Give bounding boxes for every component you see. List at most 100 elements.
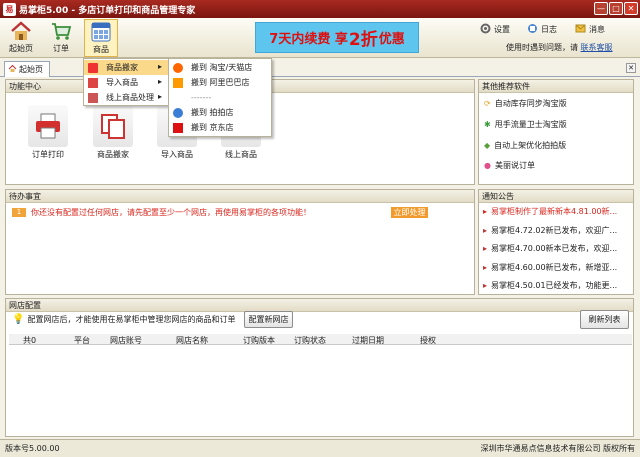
message-icon — [575, 23, 586, 36]
announce-item[interactable]: ▸ 易掌柜4.70.00新本已发布，欢迎... — [483, 243, 617, 254]
minimize-button[interactable]: — — [594, 2, 608, 15]
log-label: 日志 — [541, 25, 557, 34]
toolbar-start-page-button[interactable]: 起始页 — [4, 19, 38, 57]
lightbulb-icon: 💡 — [12, 314, 25, 325]
submenu-item-jd[interactable]: 搬到 京东店 — [169, 120, 271, 135]
todo-title: 待办事宜 — [6, 190, 474, 203]
submenu-item-alibaba[interactable]: 搬到 阿里巴巴店 — [169, 75, 271, 90]
announce-item[interactable]: ▸ 易掌柜4.50.01已经发布，功能更... — [483, 280, 617, 291]
refresh-list-button[interactable]: 刷新列表 — [580, 310, 629, 329]
toolbar-orders-button[interactable]: 订单 — [44, 19, 78, 57]
store-config-hint-text: 配置网店后，才能使用在易掌柜中管理您网店的商品和订单 — [27, 315, 236, 324]
message-label: 消息 — [589, 25, 605, 34]
todo-item: 1 你还没有配置过任何网店，请先配置至少一个网店，再使用易掌柜的各项功能！ — [12, 207, 311, 218]
bullet-arrow-icon: ▸ — [483, 263, 488, 272]
meilishuo-icon: ● — [484, 161, 491, 170]
edit-small-icon — [88, 93, 98, 103]
store-config-hint: 💡 配置网店后，才能使用在易掌柜中管理您网店的商品和订单 — [12, 314, 235, 325]
message-link[interactable]: 消息 — [575, 23, 605, 36]
settings-label: 设置 — [494, 25, 510, 34]
order-print-label: 订单打印 — [32, 150, 64, 159]
submenu-item-paipai[interactable]: 搬到 拍拍店 — [169, 105, 271, 120]
menu-item-product-move[interactable]: 商品搬家 ▸ — [84, 60, 168, 75]
recommend-item-label: 甩手流量卫士淘宝版 — [494, 120, 567, 129]
recommend-item[interactable]: ✱ 甩手流量卫士淘宝版 — [484, 119, 567, 130]
column-header: 网店名称 — [176, 336, 208, 345]
configure-store-button[interactable]: 配置新网店 — [244, 311, 293, 328]
announce-item[interactable]: ▸ 易掌柜制作了最新新本4.81.00新... — [483, 206, 617, 217]
banner-text-3: 优惠 — [378, 32, 405, 47]
toolbar-orders-label: 订单 — [53, 44, 69, 53]
menu-item-online-products[interactable]: 线上商品处理 ▸ — [84, 90, 168, 105]
recommend-item[interactable]: ◆ 自动上架优化拍拍版 — [484, 140, 566, 151]
announce-item-label: 易掌柜4.50.01已经发布，功能更... — [491, 281, 618, 290]
recommend-item-label: 美丽说订单 — [494, 161, 535, 170]
printer-icon — [28, 105, 68, 147]
column-header: 授权 — [420, 336, 436, 345]
toolbar-products-label: 商品 — [93, 45, 109, 54]
handle-now-button[interactable]: 立即处理 — [391, 207, 428, 218]
bullet-arrow-icon: ▸ — [483, 207, 488, 216]
banner-text-2: 续费 享 — [304, 32, 348, 47]
menu-item-import-products[interactable]: 导入商品 ▸ — [84, 75, 168, 90]
help-prompt: 使用时遇到问题，请 联系客服 — [506, 42, 613, 53]
toolbar-products-button[interactable]: 商品 — [84, 19, 118, 57]
todo-text: 你还没有配置过任何网店，请先配置至少一个网店，再使用易掌柜的各项功能！ — [31, 208, 311, 217]
todo-index: 1 — [12, 208, 26, 217]
contact-support-link[interactable]: 联系客服 — [581, 43, 613, 52]
banner-text-1: 7天内 — [269, 32, 305, 47]
column-header: 订购版本 — [243, 336, 275, 345]
column-header: 网店账号 — [110, 336, 142, 345]
grid-icon — [90, 20, 112, 44]
announce-item-label: 易掌柜4.70.00新本已发布，欢迎... — [491, 244, 618, 253]
settings-link[interactable]: 设置 — [480, 23, 510, 36]
todo-panel: 待办事宜 — [5, 189, 475, 295]
online-products-label: 线上商品 — [225, 150, 257, 159]
tab-start-page-label: 起始页 — [19, 65, 43, 74]
submenu-item-taobao[interactable]: 搬到 淘宝/天猫店 — [169, 60, 271, 75]
menu-item-label: 线上商品处理 — [106, 93, 154, 102]
maximize-button[interactable]: □ — [609, 2, 623, 15]
taobao-icon — [173, 63, 183, 73]
order-print-button[interactable]: 订单打印 — [22, 105, 74, 160]
log-link[interactable]: 日志 — [527, 23, 557, 36]
bullet-arrow-icon: ▸ — [483, 281, 488, 290]
bullet-arrow-icon: ▸ — [483, 244, 488, 253]
version-label: 版本号5.00.00 — [5, 444, 60, 453]
recommend-title: 其他推荐软件 — [479, 80, 633, 93]
submenu-item-label: 搬到 京东店 — [191, 123, 234, 132]
close-button[interactable]: ✕ — [624, 2, 638, 15]
product-move-button[interactable]: 商品搬家 — [87, 105, 139, 160]
copyright-label: 深圳市华通易点信息技术有限公司 版权所有 — [480, 444, 635, 453]
promo-banner[interactable]: 7天内 续费 享 2折 优惠 — [255, 22, 419, 53]
announce-item-label: 易掌柜制作了最新新本4.81.00新... — [491, 207, 618, 216]
column-header: 过期日期 — [352, 336, 384, 345]
announce-item-label: 易掌柜4.72.02新已发布，欢迎广... — [491, 226, 618, 235]
store-config-title: 网店配置 — [6, 299, 633, 312]
announce-item[interactable]: ▸ 易掌柜4.72.02新已发布，欢迎广... — [483, 225, 617, 236]
copy-small-icon — [88, 63, 98, 73]
product-move-label: 商品搬家 — [97, 150, 129, 159]
help-text: 使用时遇到问题，请 — [506, 43, 578, 52]
submenu-item-label: 搬到 阿里巴巴店 — [191, 78, 250, 87]
status-bar: 版本号5.00.00 深圳市华通易点信息技术有限公司 版权所有 — [0, 439, 640, 457]
recommend-item[interactable]: ● 美丽说订单 — [484, 160, 535, 171]
recommend-item[interactable]: ⟳ 自动库存同步淘宝版 — [484, 98, 567, 109]
tab-start-page[interactable]: 起始页 — [4, 61, 50, 77]
home-small-icon — [8, 64, 17, 75]
gear-icon — [480, 23, 491, 36]
window-controls: — □ ✕ — [594, 2, 638, 15]
column-header: 平台 — [74, 336, 90, 345]
submenu-arrow-icon: ▸ — [157, 92, 162, 101]
bullet-arrow-icon: ▸ — [483, 226, 488, 235]
title-bar[interactable]: 易 易掌柜5.00 - 多店订单打印和商品管理专家 — □ ✕ — [0, 0, 640, 18]
import-small-icon — [88, 78, 98, 88]
tab-close-icon[interactable]: ✕ — [626, 63, 636, 73]
home-icon — [10, 19, 32, 43]
toolbar-start-page-label: 起始页 — [9, 44, 33, 53]
submenu-item-label: 搬到 拍拍店 — [191, 108, 234, 117]
app-window: 易 易掌柜5.00 - 多店订单打印和商品管理专家 — □ ✕ 起始页 订单 商… — [0, 0, 640, 457]
announce-item[interactable]: ▸ 易掌柜4.60.00新已发布，新增亚... — [483, 262, 617, 273]
upload-icon: ◆ — [484, 141, 491, 150]
paipai-icon — [173, 108, 183, 118]
